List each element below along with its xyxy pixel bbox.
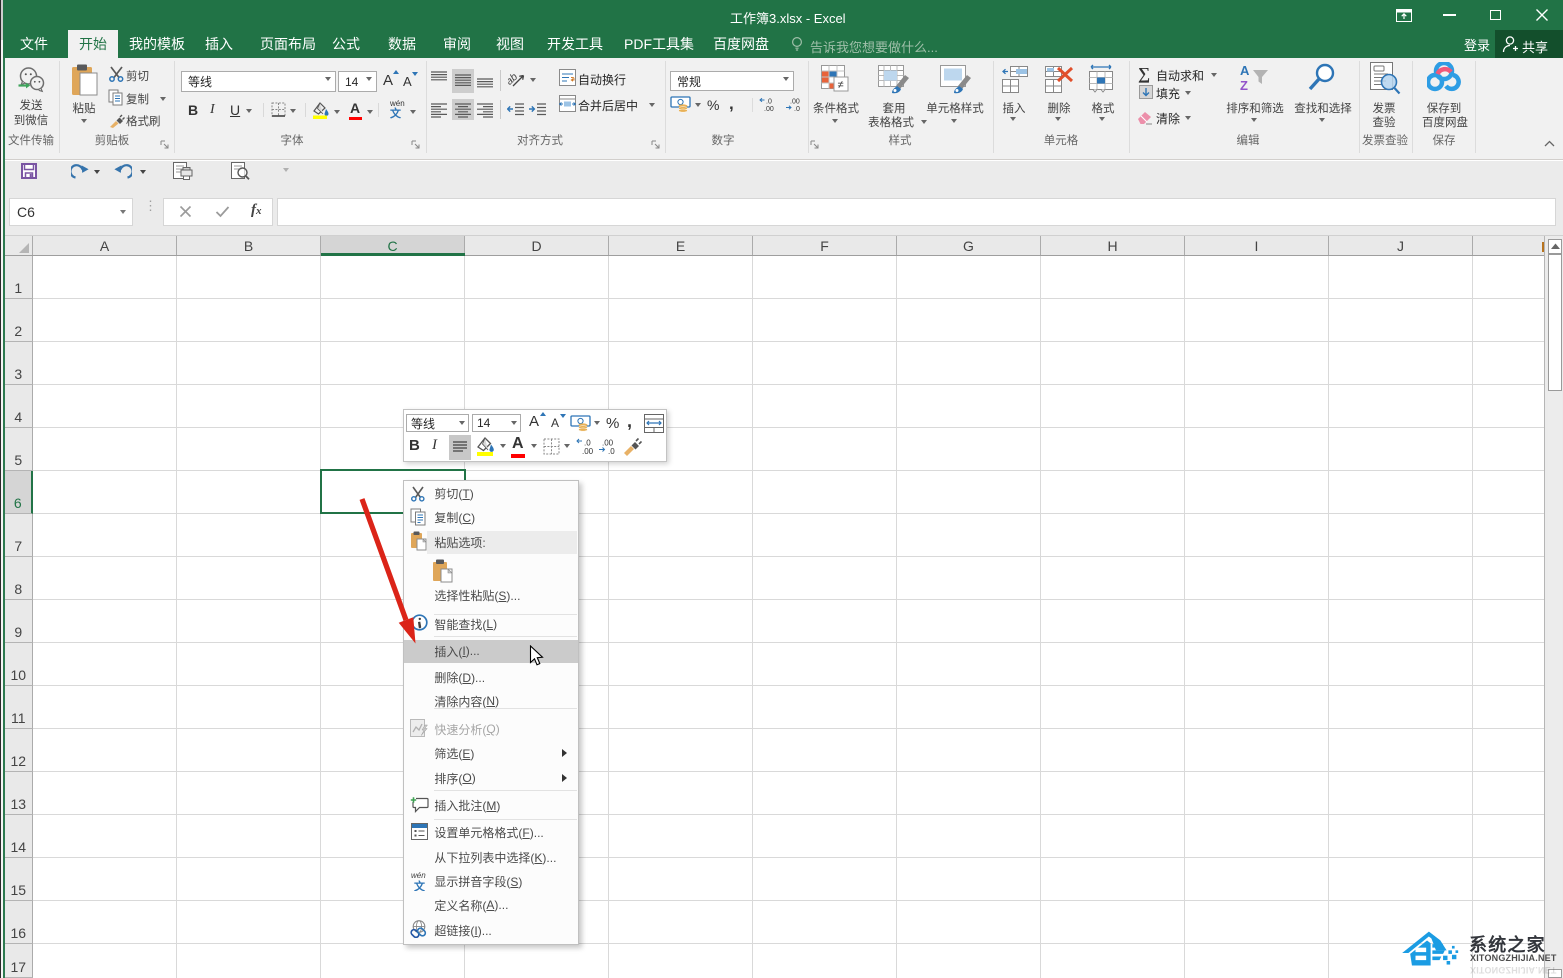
- svg-text:.00: .00: [790, 99, 800, 106]
- svg-text:A: A: [1240, 64, 1250, 78]
- svg-text:wén: wén: [411, 871, 426, 880]
- svg-text:≠: ≠: [838, 79, 844, 91]
- svg-text:.0: .0: [794, 106, 800, 112]
- svg-text:.0: .0: [608, 447, 615, 455]
- svg-text:.0: .0: [766, 99, 772, 106]
- svg-text:.00: .00: [764, 106, 774, 112]
- svg-text:文: 文: [414, 879, 426, 891]
- svg-text:Z: Z: [1240, 78, 1248, 93]
- svg-text:.00: .00: [582, 447, 594, 455]
